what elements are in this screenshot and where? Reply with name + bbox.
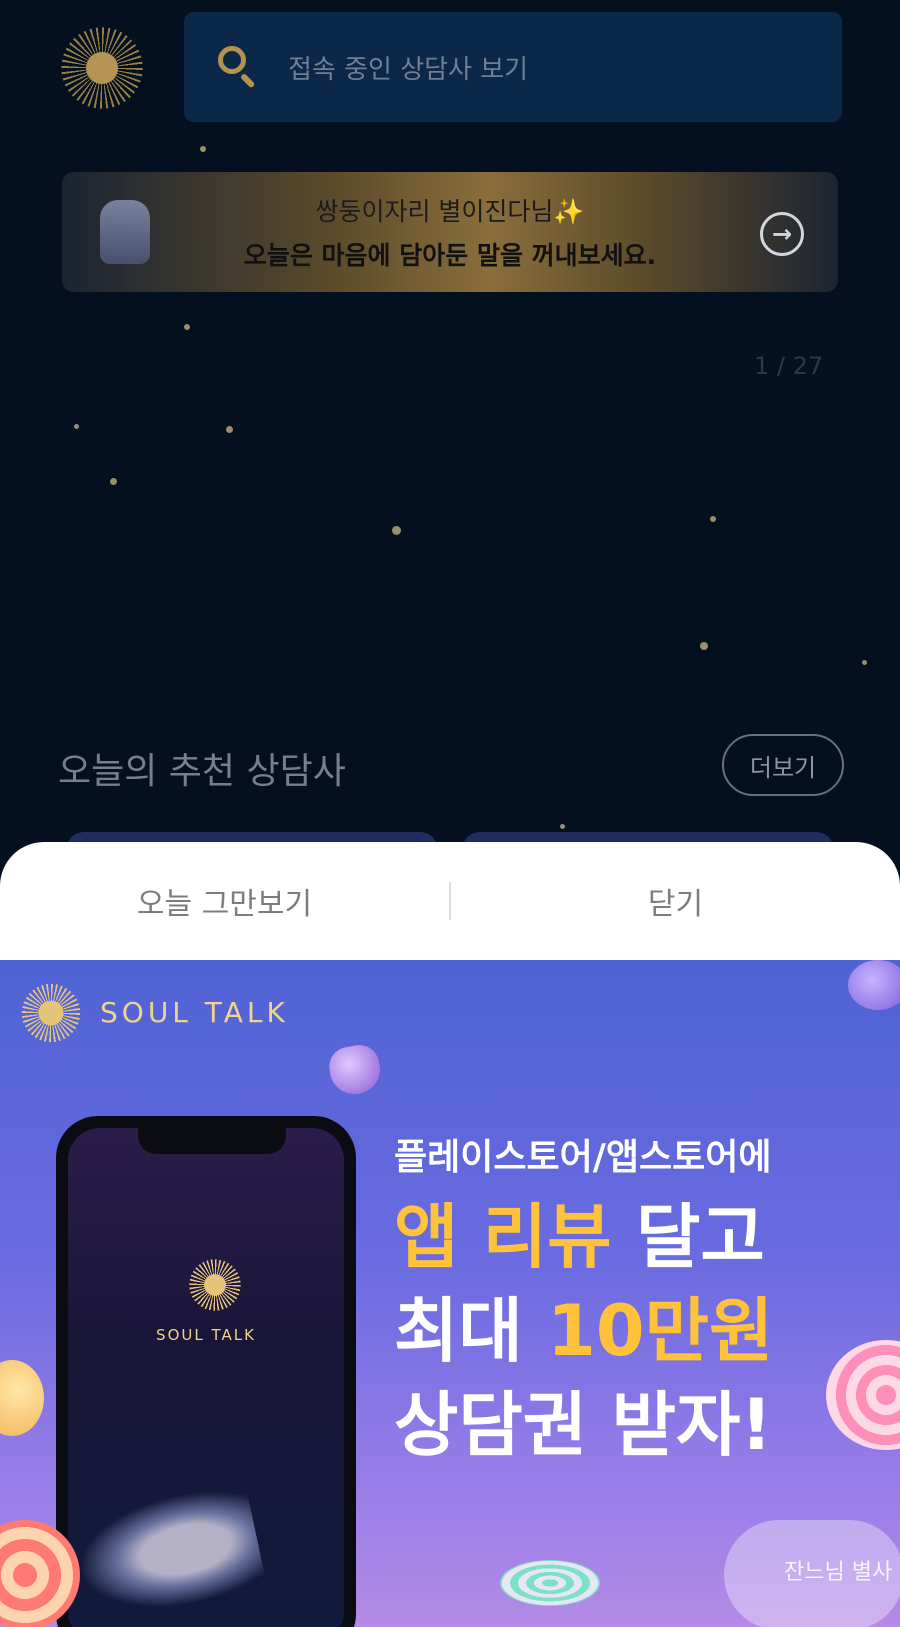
promo-popup-image[interactable]: SOUL TALK SOUL TALK 플레이스토어/앱스토어에 앱 리뷰 달고… [0, 960, 900, 1627]
banner-message: 오늘은 마음에 담아둔 말을 꺼내보세요. [243, 241, 657, 270]
brand-name: SOUL TALK [100, 996, 289, 1029]
app-logo[interactable] [56, 22, 148, 114]
search-bar[interactable]: 접속 중인 상담사 보기 [184, 12, 842, 122]
whale-illustration [68, 1480, 268, 1626]
section-title-recommended: 오늘의 추천 상담사 [58, 751, 346, 792]
candy-icon [0, 1360, 44, 1436]
promo-headline-3: 상담권 받자! [394, 1384, 773, 1466]
soul-talk-logo [18, 980, 84, 1046]
promo-headline-1: 앱 리뷰 달고 [394, 1196, 765, 1278]
gem-icon [848, 960, 900, 1010]
promo-subtitle: 플레이스토어/앱스토어에 [394, 1137, 772, 1178]
watermark: 잔느님 별사 [784, 1560, 893, 1585]
popup-actions: 오늘 그만보기 닫기 [0, 842, 900, 960]
sparkle-icon: ✨ [553, 197, 585, 226]
horoscope-banner[interactable]: 쌍둥이자리 별이진다님✨ 오늘은 마음에 담아둔 말을 꺼내보세요. → [62, 172, 838, 292]
arrow-right-icon[interactable]: → [760, 212, 804, 256]
search-placeholder: 접속 중인 상담사 보기 [288, 54, 529, 85]
lollipop-icon [826, 1340, 900, 1450]
banner-pager: 1 / 27 [754, 352, 824, 380]
gemini-figure-icon [100, 200, 150, 264]
search-icon [214, 44, 260, 90]
phone-brand: SOUL TALK [156, 1326, 256, 1344]
more-button[interactable]: 더보기 [722, 734, 844, 796]
banner-greeting: 쌍둥이자리 별이진다님✨ [315, 197, 585, 226]
phone-logo-icon [186, 1256, 244, 1314]
close-button[interactable]: 닫기 [451, 879, 900, 923]
dont-show-today-button[interactable]: 오늘 그만보기 [0, 879, 449, 923]
phone-mockup: SOUL TALK [56, 1116, 356, 1627]
heart-gem-icon [326, 1042, 384, 1098]
swirl-candy-icon [500, 1560, 600, 1606]
promo-headline-2: 최대 10만원 [394, 1290, 774, 1372]
